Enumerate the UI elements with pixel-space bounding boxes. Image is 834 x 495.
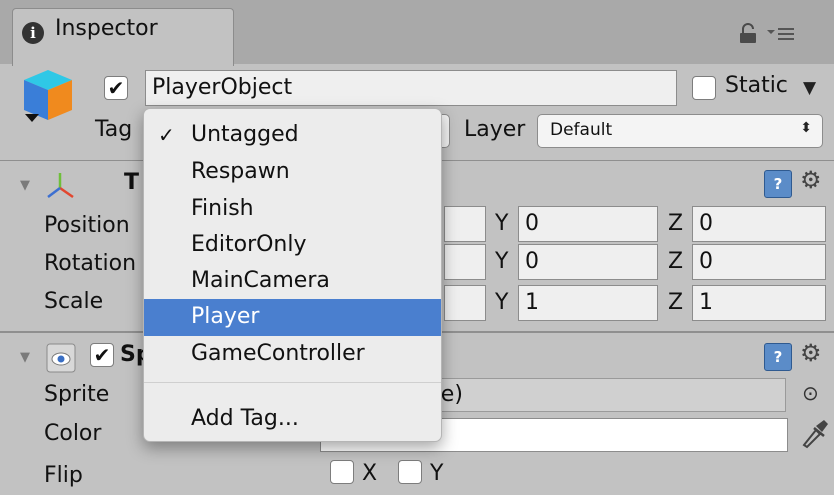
menu-item-finish[interactable]: Finish	[144, 191, 441, 228]
menu-item-label: Untagged	[191, 122, 299, 147]
menu-divider	[144, 382, 441, 383]
flip-y-label: Y	[430, 461, 444, 486]
object-picker-icon[interactable]: ⊙	[802, 381, 819, 405]
gameobject-cube-icon	[24, 70, 72, 122]
menu-item-label: MainCamera	[191, 268, 330, 293]
foldout-triangle-icon[interactable]: ▼	[20, 178, 30, 193]
transform-title: T	[124, 170, 140, 195]
context-menu-icon[interactable]	[766, 22, 796, 44]
rotation-z-axis-label: Z	[668, 249, 684, 274]
menu-item-gamecontroller[interactable]: GameController	[144, 336, 441, 373]
tag-label: Tag	[95, 117, 133, 142]
position-label: Position	[44, 213, 130, 238]
gameobject-name-field[interactable]: PlayerObject	[145, 70, 677, 106]
checkmark-icon: ✓	[158, 123, 175, 147]
static-label: Static	[725, 73, 788, 98]
menu-item-editoronly[interactable]: EditorOnly	[144, 227, 441, 264]
scale-y-field[interactable]: 1	[518, 285, 658, 321]
tag-dropdown-menu: ✓ Untagged Respawn Finish EditorOnly Mai…	[143, 108, 442, 442]
layer-label: Layer	[464, 117, 526, 142]
menu-item-add-tag[interactable]: Add Tag...	[144, 401, 441, 438]
menu-item-maincamera[interactable]: MainCamera	[144, 263, 441, 300]
eyedropper-icon[interactable]	[798, 416, 830, 450]
transform-axes-icon	[47, 173, 74, 199]
static-dropdown-arrow-icon[interactable]: ▼	[803, 78, 816, 98]
menu-item-untagged[interactable]: ✓ Untagged	[144, 117, 441, 154]
position-y-field[interactable]: 0	[518, 206, 658, 242]
position-y-axis-label: Y	[495, 211, 509, 236]
menu-item-player[interactable]: Player	[144, 299, 441, 336]
gear-icon[interactable]: ⚙	[800, 166, 822, 194]
help-icon[interactable]: ?	[764, 343, 792, 371]
scale-x-field[interactable]	[444, 285, 486, 321]
sprite-label: Sprite	[44, 382, 110, 407]
position-z-axis-label: Z	[668, 211, 684, 236]
position-x-field[interactable]	[444, 206, 486, 242]
menu-item-label: Respawn	[191, 159, 290, 184]
layer-select-value: Default	[550, 120, 613, 140]
color-label: Color	[44, 421, 102, 446]
scale-z-axis-label: Z	[668, 290, 684, 315]
scale-y-axis-label: Y	[495, 290, 509, 315]
layer-select[interactable]: Default ⬍	[537, 114, 823, 148]
rotation-x-field[interactable]	[444, 244, 486, 280]
help-icon[interactable]: ?	[764, 170, 792, 198]
flip-x-checkbox[interactable]	[330, 460, 354, 484]
rotation-y-field[interactable]: 0	[518, 244, 658, 280]
lock-icon[interactable]	[736, 22, 760, 44]
menu-item-label: EditorOnly	[191, 232, 307, 257]
menu-item-label: Add Tag...	[191, 406, 299, 431]
position-z-field[interactable]: 0	[692, 206, 826, 242]
sprite-renderer-icon	[46, 343, 76, 373]
rotation-label: Rotation	[44, 251, 137, 276]
menu-item-label: GameController	[191, 341, 365, 366]
foldout-triangle-icon[interactable]: ▼	[20, 350, 30, 365]
static-checkbox[interactable]	[692, 76, 716, 100]
scale-z-field[interactable]: 1	[692, 285, 826, 321]
tab-title: Inspector	[55, 16, 158, 41]
active-checkbox[interactable]: ✔	[104, 76, 128, 100]
flip-x-label: X	[362, 461, 378, 486]
rotation-y-axis-label: Y	[495, 249, 509, 274]
info-icon: i	[22, 22, 44, 44]
updown-arrows-icon: ⬍	[800, 120, 812, 136]
scale-label: Scale	[44, 289, 104, 314]
menu-item-label: Player	[191, 304, 260, 329]
sprite-renderer-enabled-checkbox[interactable]: ✔	[90, 343, 114, 367]
gear-icon[interactable]: ⚙	[800, 339, 822, 367]
rotation-z-field[interactable]: 0	[692, 244, 826, 280]
flip-y-checkbox[interactable]	[398, 460, 422, 484]
menu-item-label: Finish	[191, 196, 254, 221]
flip-label: Flip	[44, 463, 83, 488]
menu-item-respawn[interactable]: Respawn	[144, 154, 441, 191]
